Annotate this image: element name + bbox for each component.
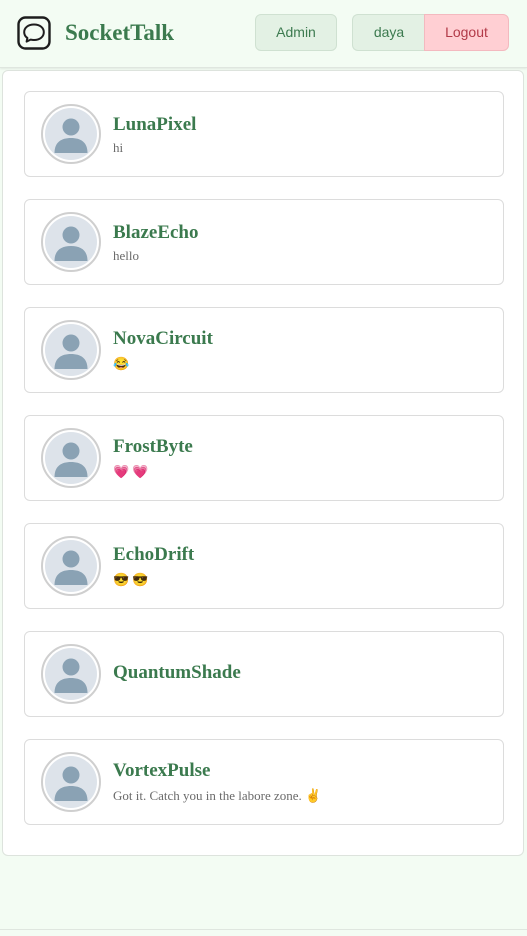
chat-last-message: 😎 😎 xyxy=(113,572,149,587)
logout-button[interactable]: Logout xyxy=(424,14,509,51)
user-avatar-icon xyxy=(45,540,97,592)
admin-button[interactable]: Admin xyxy=(255,14,337,51)
avatar xyxy=(41,644,101,704)
user-avatar-icon xyxy=(45,432,97,484)
user-avatar-icon xyxy=(45,756,97,808)
chat-item-blazeecho[interactable]: BlazeEcho hello xyxy=(24,199,504,285)
chat-name: EchoDrift xyxy=(113,544,195,565)
chat-name: BlazeEcho xyxy=(113,222,199,243)
chat-name: LunaPixel xyxy=(113,114,197,135)
avatar xyxy=(41,536,101,596)
chat-name: FrostByte xyxy=(113,436,193,457)
app-header: SocketTalk Admin daya Logout xyxy=(0,0,527,68)
app-brand[interactable]: SocketTalk xyxy=(65,19,174,47)
chat-last-message: 😂 xyxy=(113,356,130,371)
chat-item-vortexpulse[interactable]: VortexPulse Got it. Catch you in the lab… xyxy=(24,739,504,825)
chat-last-message: hello xyxy=(113,248,139,263)
chat-last-message: 💗 💗 xyxy=(113,464,149,479)
user-avatar-icon xyxy=(45,648,97,700)
avatar xyxy=(41,320,101,380)
chat-list-panel: LunaPixel hi BlazeEcho hello NovaCircuit… xyxy=(2,70,524,856)
chat-item-quantumshade[interactable]: QuantumShade xyxy=(24,631,504,717)
avatar xyxy=(41,428,101,488)
chat-bubble-icon xyxy=(17,16,51,50)
chat-name: NovaCircuit xyxy=(113,328,213,349)
chat-item-novacircuit[interactable]: NovaCircuit 😂 xyxy=(24,307,504,393)
user-button[interactable]: daya xyxy=(352,14,425,51)
chat-name: VortexPulse xyxy=(113,760,211,781)
chat-name: QuantumShade xyxy=(113,662,241,683)
footer-divider xyxy=(0,929,527,930)
chat-item-lunapixel[interactable]: LunaPixel hi xyxy=(24,91,504,177)
avatar xyxy=(41,212,101,272)
chat-item-frostbyte[interactable]: FrostByte 💗 💗 xyxy=(24,415,504,501)
chat-last-message: Got it. Catch you in the labore zone. ✌️ xyxy=(113,788,322,803)
user-avatar-icon xyxy=(45,216,97,268)
user-avatar-icon xyxy=(45,324,97,376)
chat-item-echodrift[interactable]: EchoDrift 😎 😎 xyxy=(24,523,504,609)
avatar xyxy=(41,752,101,812)
chat-last-message: hi xyxy=(113,140,124,155)
avatar xyxy=(41,104,101,164)
user-avatar-icon xyxy=(45,108,97,160)
